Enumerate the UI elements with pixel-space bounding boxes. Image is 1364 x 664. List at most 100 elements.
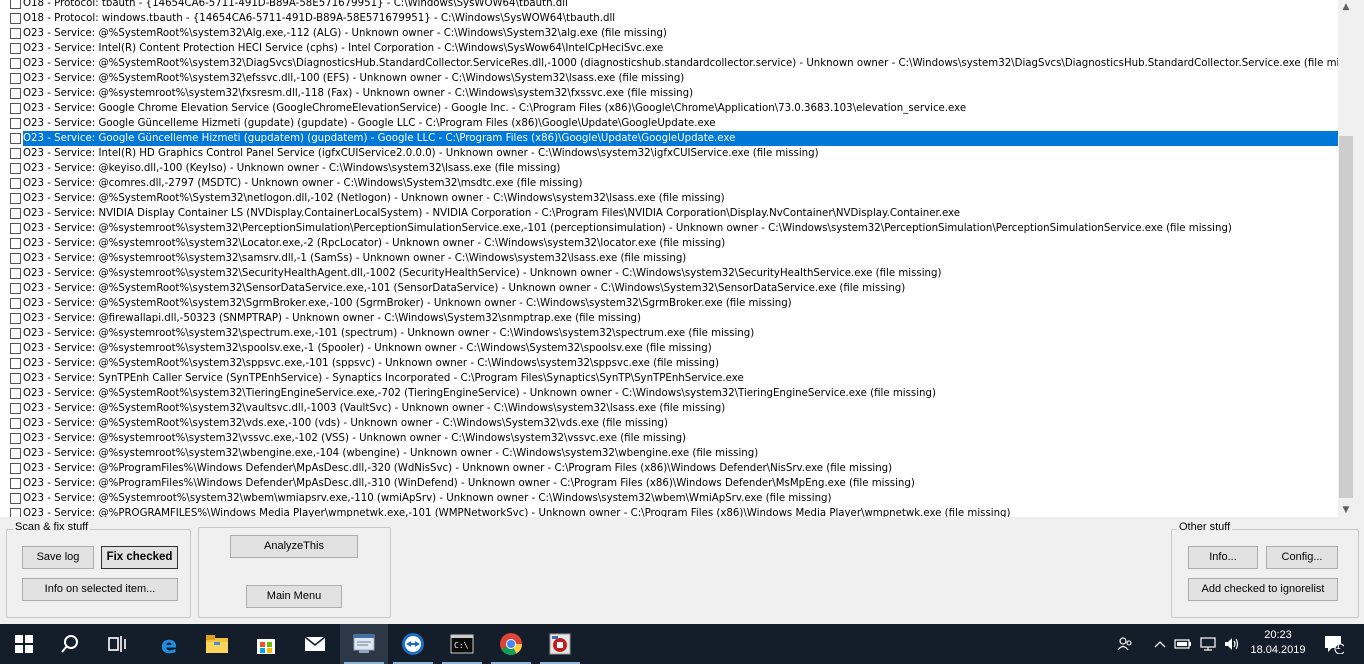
list-item[interactable]: O23 - Service: @comres.dll,-2797 (MSDTC)… [10,176,1338,191]
item-checkbox[interactable] [10,73,21,84]
item-checkbox[interactable] [10,448,21,459]
item-checkbox[interactable] [10,508,21,517]
main-menu-button[interactable]: Main Menu [246,585,342,608]
network-icon[interactable] [1197,624,1219,664]
item-checkbox[interactable] [10,313,21,324]
item-checkbox[interactable] [10,88,21,99]
fix-checked-button[interactable]: Fix checked [101,546,178,569]
info-selected-button[interactable]: Info on selected item... [22,578,178,601]
item-checkbox[interactable] [10,208,21,219]
item-checkbox[interactable] [10,493,21,504]
windows-start-icon[interactable] [0,624,48,664]
list-item[interactable]: O23 - Service: @%SystemRoot%\system32\Se… [10,281,1338,296]
search-icon[interactable] [46,624,94,664]
list-item[interactable]: O23 - Service: @%Systemroot%\system32\wb… [10,491,1338,506]
item-checkbox[interactable] [10,223,21,234]
list-item[interactable]: O23 - Service: @%SystemRoot%\System32\ne… [10,191,1338,206]
list-item[interactable]: O18 - Protocol: windows.tbauth - {14654C… [10,11,1338,26]
list-item[interactable]: O23 - Service: @%systemroot%\system32\Pe… [10,221,1338,236]
list-item[interactable]: O23 - Service: @%PROGRAMFILES%\Windows M… [10,506,1338,517]
people-icon[interactable] [1114,624,1136,664]
list-item[interactable]: O23 - Service: @%SystemRoot%\system32\vd… [10,416,1338,431]
item-checkbox[interactable] [10,403,21,414]
list-item[interactable]: O23 - Service: @firewallapi.dll,-50323 (… [10,311,1338,326]
info-button[interactable]: Info... [1188,546,1258,569]
list-item[interactable]: O23 - Service: @%systemroot%\system32\wb… [10,446,1338,461]
chrome-icon[interactable] [487,624,535,664]
item-checkbox[interactable] [10,178,21,189]
item-checkbox[interactable] [10,118,21,129]
item-checkbox[interactable] [10,433,21,444]
add-to-ignorelist-button[interactable]: Add checked to ignorelist [1188,578,1338,601]
scroll-up-icon[interactable]: ▲ [1338,0,1354,14]
list-item[interactable]: O23 - Service: @%ProgramFiles%\Windows D… [10,476,1338,491]
config-button[interactable]: Config... [1266,546,1338,569]
item-checkbox[interactable] [10,463,21,474]
item-checkbox[interactable] [10,103,21,114]
list-item[interactable]: O23 - Service: NVIDIA Display Container … [10,206,1338,221]
item-checkbox[interactable] [10,283,21,294]
clock[interactable]: 20:23 18.04.2019 [1240,624,1316,664]
edge-icon[interactable]: e [145,624,193,664]
list-item[interactable]: O23 - Service: SynTPEnh Caller Service (… [10,371,1338,386]
list-item[interactable]: O23 - Service: @%systemroot%\system32\fx… [10,86,1338,101]
item-checkbox[interactable] [10,478,21,489]
list-item[interactable]: O23 - Service: @%SystemRoot%\system32\Ti… [10,386,1338,401]
app-window-icon[interactable] [340,624,388,664]
item-checkbox[interactable] [10,373,21,384]
item-checkbox[interactable] [10,163,21,174]
list-item[interactable]: O23 - Service: Google Chrome Elevation S… [10,101,1338,116]
item-checkbox[interactable] [10,358,21,369]
item-checkbox[interactable] [10,268,21,279]
hijackthis-icon[interactable] [536,624,584,664]
list-item[interactable]: O23 - Service: @%systemroot%\system32\Se… [10,266,1338,281]
item-checkbox[interactable] [10,238,21,249]
scrollbar-thumb[interactable] [1339,136,1353,498]
teamviewer-icon[interactable] [389,624,437,664]
item-checkbox[interactable] [10,13,21,24]
list-item[interactable]: O23 - Service: Intel(R) HD Graphics Cont… [10,146,1338,161]
item-checkbox[interactable] [10,58,21,69]
list-item[interactable]: O23 - Service: @%systemroot%\system32\vs… [10,431,1338,446]
item-checkbox[interactable] [10,193,21,204]
analyze-this-button[interactable]: AnalyzeThis [230,535,358,558]
list-item[interactable]: O23 - Service: Intel(R) Content Protecti… [10,41,1338,56]
item-checkbox[interactable] [10,343,21,354]
chevron-up-icon[interactable] [1150,624,1170,664]
list-item[interactable]: O23 - Service: Google Güncelleme Hizmeti… [10,131,1338,146]
item-checkbox[interactable] [10,298,21,309]
terminal-icon[interactable]: C:\ [438,624,486,664]
item-checkbox[interactable] [10,253,21,264]
results-list[interactable]: O18 - Protocol: tbauth - {14654CA6-5711-… [0,0,1338,517]
save-log-button[interactable]: Save log [22,546,94,569]
list-item[interactable]: O23 - Service: Google Güncelleme Hizmeti… [10,116,1338,131]
list-item[interactable]: O23 - Service: @keyiso.dll,-100 (KeyIso)… [10,161,1338,176]
item-checkbox[interactable] [10,388,21,399]
item-checkbox[interactable] [10,148,21,159]
item-checkbox[interactable] [10,0,21,9]
list-item[interactable]: O23 - Service: @%SystemRoot%\system32\Di… [10,56,1338,71]
mail-icon[interactable] [291,624,339,664]
list-item[interactable]: O23 - Service: @%systemroot%\system32\sp… [10,326,1338,341]
list-item[interactable]: O23 - Service: @%SystemRoot%\system32\Sg… [10,296,1338,311]
vertical-scrollbar[interactable]: ▲ ▼ [1338,0,1354,517]
notification-center-icon[interactable]: 1 [1318,624,1348,664]
list-item[interactable]: O23 - Service: @%systemroot%\system32\sa… [10,251,1338,266]
list-item[interactable]: O18 - Protocol: tbauth - {14654CA6-5711-… [10,0,1338,11]
item-checkbox[interactable] [10,418,21,429]
item-checkbox[interactable] [10,328,21,339]
list-item[interactable]: O23 - Service: @%SystemRoot%\system32\Al… [10,26,1338,41]
scroll-down-icon[interactable]: ▼ [1338,503,1354,517]
item-checkbox[interactable] [10,43,21,54]
list-item[interactable]: O23 - Service: @%SystemRoot%\system32\ef… [10,71,1338,86]
list-item[interactable]: O23 - Service: @%systemroot%\system32\sp… [10,341,1338,356]
list-item[interactable]: O23 - Service: @%SystemRoot%\system32\va… [10,401,1338,416]
file-explorer-icon[interactable] [193,624,241,664]
task-view-icon[interactable] [93,624,141,664]
item-checkbox[interactable] [10,133,21,144]
list-item[interactable]: O23 - Service: @%systemroot%\system32\Lo… [10,236,1338,251]
store-icon[interactable] [242,624,290,664]
battery-icon[interactable] [1172,624,1194,664]
list-item[interactable]: O23 - Service: @%SystemRoot%\system32\sp… [10,356,1338,371]
item-checkbox[interactable] [10,28,21,39]
